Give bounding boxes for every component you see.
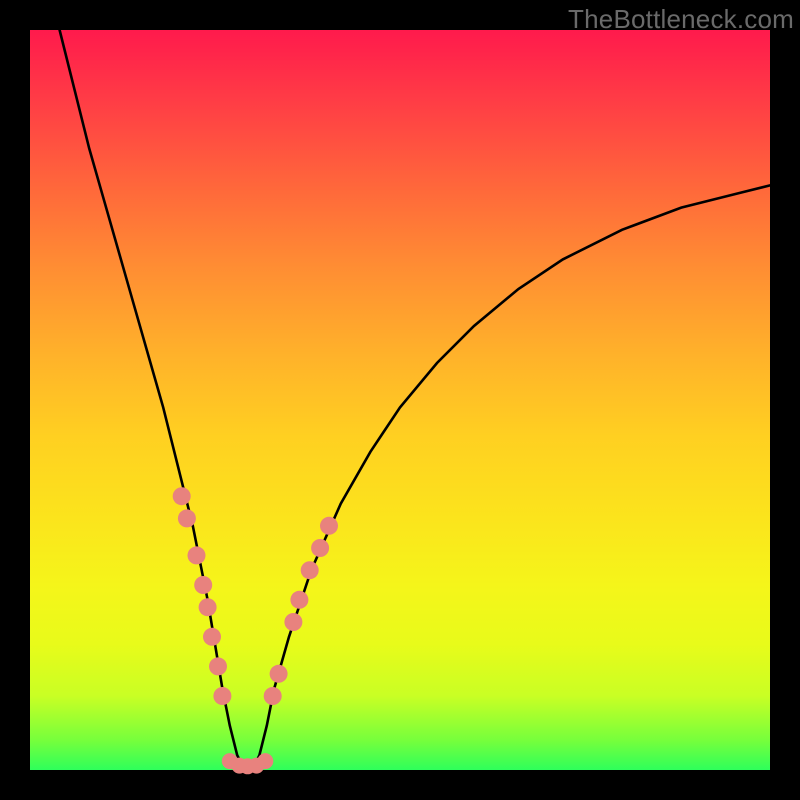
dots-bottom bbox=[222, 753, 273, 774]
data-dot bbox=[178, 509, 196, 527]
chart-stage: TheBottleneck.com bbox=[0, 0, 800, 800]
chart-overlay bbox=[30, 30, 770, 770]
data-dot bbox=[270, 665, 288, 683]
data-dot bbox=[199, 598, 217, 616]
dots-left-branch bbox=[173, 487, 232, 705]
data-dot bbox=[284, 613, 302, 631]
data-dot bbox=[257, 753, 273, 769]
data-dot bbox=[301, 561, 319, 579]
data-dot bbox=[203, 628, 221, 646]
data-dot bbox=[311, 539, 329, 557]
data-dot bbox=[320, 517, 338, 535]
data-dot bbox=[290, 591, 308, 609]
dots-right-branch bbox=[264, 517, 338, 705]
data-dot bbox=[209, 657, 227, 675]
watermark-text: TheBottleneck.com bbox=[568, 4, 794, 35]
data-dot bbox=[194, 576, 212, 594]
bottleneck-curve bbox=[60, 30, 770, 770]
data-dot bbox=[213, 687, 231, 705]
data-dot bbox=[188, 546, 206, 564]
data-dot bbox=[264, 687, 282, 705]
data-dot bbox=[173, 487, 191, 505]
